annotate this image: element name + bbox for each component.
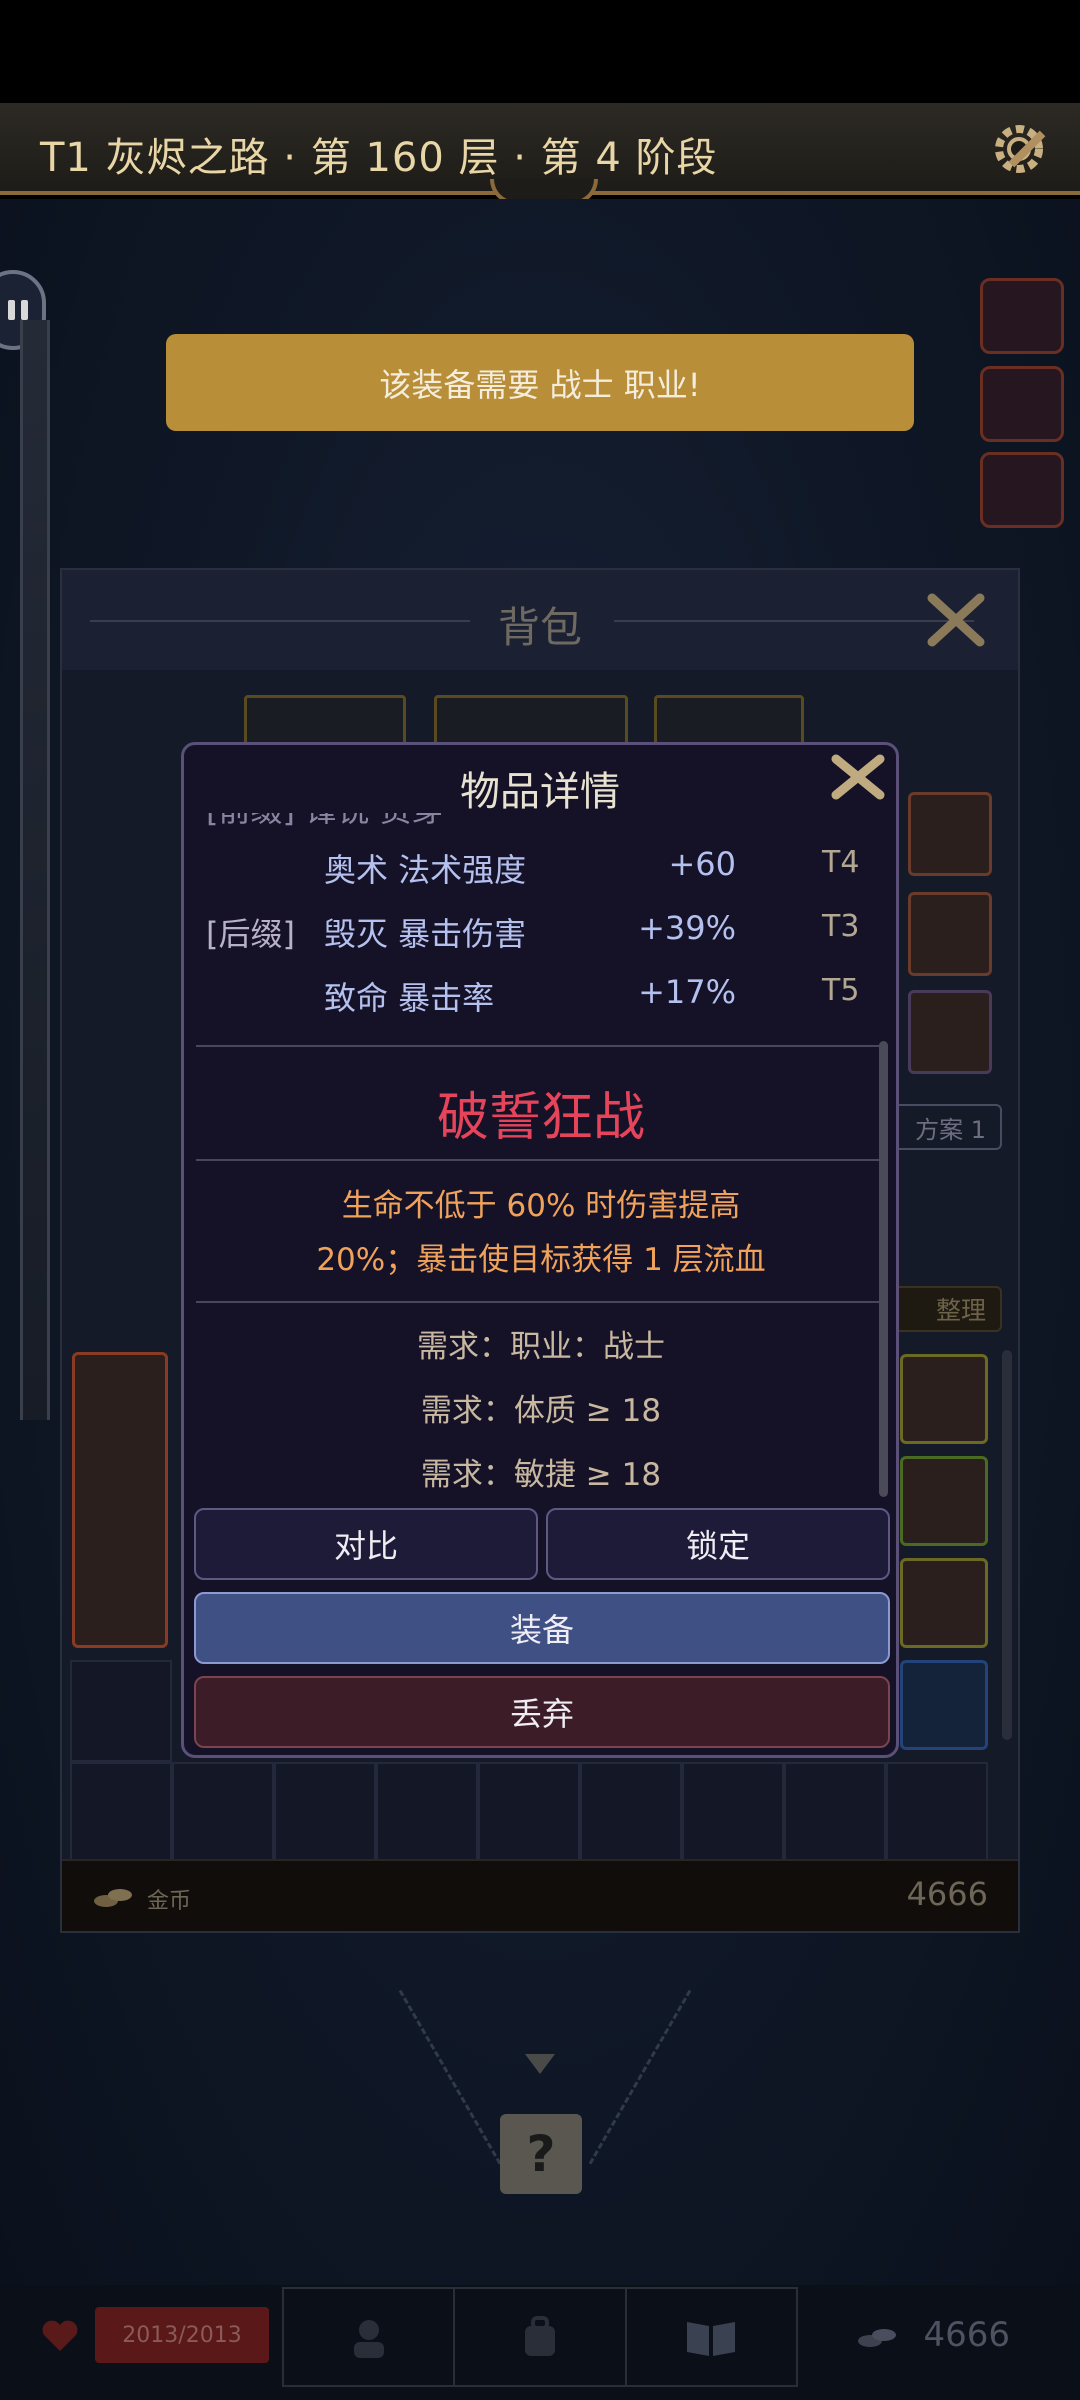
section-divider: [196, 1159, 886, 1161]
backpack-header: 背包: [62, 570, 1018, 670]
gold-value: 4666: [906, 1875, 988, 1913]
inventory-item-sword[interactable]: [72, 1352, 168, 1648]
status-strip: [0, 0, 1080, 103]
bag-side-slot[interactable]: [908, 990, 992, 1074]
gold-bar: 金币 4666: [62, 1859, 1018, 1931]
inventory-cell[interactable]: [70, 1762, 172, 1864]
right-equip-slot[interactable]: [980, 452, 1064, 528]
heart-icon: [42, 2320, 78, 2351]
modal-title: 物品详情: [460, 769, 620, 815]
book-icon: [687, 2322, 736, 2356]
bag-icon: [524, 2316, 555, 2356]
map-path: [588, 1989, 692, 2165]
character-icon: [353, 2320, 384, 2358]
coin-stack-icon: [94, 1889, 132, 1907]
backpack-title: 背包: [497, 603, 582, 652]
stage-title: T1 灰烬之路 · 第 160 层 · 第 4 阶段: [40, 135, 718, 181]
bag-side-slot[interactable]: [908, 792, 992, 876]
hp-value: 2013/2013: [95, 2307, 269, 2363]
inventory-item[interactable]: [900, 1456, 988, 1546]
pause-icon: [8, 300, 28, 320]
right-equip-slot[interactable]: [980, 278, 1064, 354]
affix-row-partial: [前缀] 锋锐 贯穿: [196, 813, 876, 837]
backpack-close-button[interactable]: [924, 590, 988, 650]
legendary-desc-line: 20%；暴击使目标获得 1 层流血: [316, 1242, 766, 1278]
affix-row: 奥术 法术强度 +60 T4: [324, 845, 860, 889]
affix-row: 致命 暴击率 +17% T5: [324, 973, 860, 1017]
inventory-cell[interactable]: [172, 1762, 274, 1864]
equip-button[interactable]: 装备: [194, 1592, 890, 1664]
title-bar: T1 灰烬之路 · 第 160 层 · 第 4 阶段: [0, 103, 1080, 205]
inventory-cell[interactable]: [580, 1762, 682, 1864]
bottom-nav: 2013/2013 4666: [0, 2285, 1080, 2400]
unknown-node-icon[interactable]: ?: [500, 2114, 582, 2194]
section-divider: [196, 1045, 886, 1047]
inventory-scrollbar[interactable]: [1002, 1350, 1012, 1740]
inventory-cell[interactable]: [886, 1762, 988, 1864]
affix-name: 致命 暴击率: [324, 979, 495, 1017]
inventory-item[interactable]: [900, 1558, 988, 1648]
lock-button[interactable]: 锁定: [546, 1508, 890, 1580]
nav-tabs: [282, 2287, 798, 2387]
detail-scrollbar[interactable]: [879, 1041, 888, 1497]
nav-tab-character[interactable]: [284, 2289, 456, 2385]
inventory-cell[interactable]: [274, 1762, 376, 1864]
legendary-desc-line: 生命不低于 60% 时伤害提高: [341, 1188, 741, 1224]
inventory-cell[interactable]: [784, 1762, 886, 1864]
affix-name: 奥术 法术强度: [324, 851, 527, 889]
gold-label: 金币: [147, 1889, 192, 1914]
inventory-cell[interactable]: [70, 1660, 172, 1762]
legendary-name: 破誓狂战: [436, 1088, 645, 1148]
inventory-cell[interactable]: [478, 1762, 580, 1864]
item-detail-scroll[interactable]: [前缀] 锋锐 贯穿 奥术 法术强度 +60 T4 [后缀] 毁灭 暴击伤害 +…: [196, 813, 886, 1565]
loadout-tab[interactable]: 方案 1: [882, 1104, 1002, 1150]
class-requirement-notice: 该装备需要 战士 职业!: [166, 334, 914, 431]
affix-tier: T3: [822, 909, 860, 944]
nav-tab-bag[interactable]: [455, 2289, 627, 2385]
affix-tier: T5: [822, 973, 860, 1008]
inventory-cell[interactable]: [376, 1762, 478, 1864]
affix-tag: [后缀]: [206, 915, 295, 953]
requirement-line: 需求：体质 ≥ 18: [420, 1393, 662, 1429]
requirement-line: 需求：职业：战士: [417, 1329, 665, 1365]
close-icon: [927, 593, 985, 647]
inventory-item[interactable]: [900, 1660, 988, 1750]
affix-row: [后缀] 毁灭 暴击伤害 +39% T3: [206, 909, 860, 953]
map-path: [398, 1989, 502, 2165]
gear-wrench-icon: [995, 125, 1046, 173]
right-equip-slot[interactable]: [980, 366, 1064, 442]
coin-stack-icon: [858, 2329, 896, 2347]
close-icon: [831, 754, 885, 800]
inventory-cell[interactable]: [682, 1762, 784, 1864]
drop-button[interactable]: 丢弃: [194, 1676, 890, 1748]
compare-button[interactable]: 对比: [194, 1508, 538, 1580]
affix-name: 毁灭 暴击伤害: [324, 915, 527, 953]
map-arrow-icon: [520, 2049, 560, 2079]
nav-gold-value: 4666: [923, 2315, 1010, 2355]
section-divider: [196, 1301, 886, 1303]
settings-button[interactable]: [986, 117, 1056, 181]
affix-tier: T4: [822, 845, 860, 880]
modal-close-button[interactable]: [826, 751, 890, 803]
nav-tab-book[interactable]: [627, 2289, 796, 2385]
item-detail-modal: 物品详情 [前缀] 锋锐 贯穿 奥术 法术强度 +60 T4 [后缀] 毁灭 暴…: [181, 742, 899, 1758]
inventory-item[interactable]: [900, 1354, 988, 1444]
requirement-line: 需求：敏捷 ≥ 18: [420, 1457, 662, 1493]
bag-side-slot[interactable]: [908, 892, 992, 976]
left-progress-rail: [20, 320, 50, 1420]
sort-button[interactable]: 整理: [892, 1286, 1002, 1332]
